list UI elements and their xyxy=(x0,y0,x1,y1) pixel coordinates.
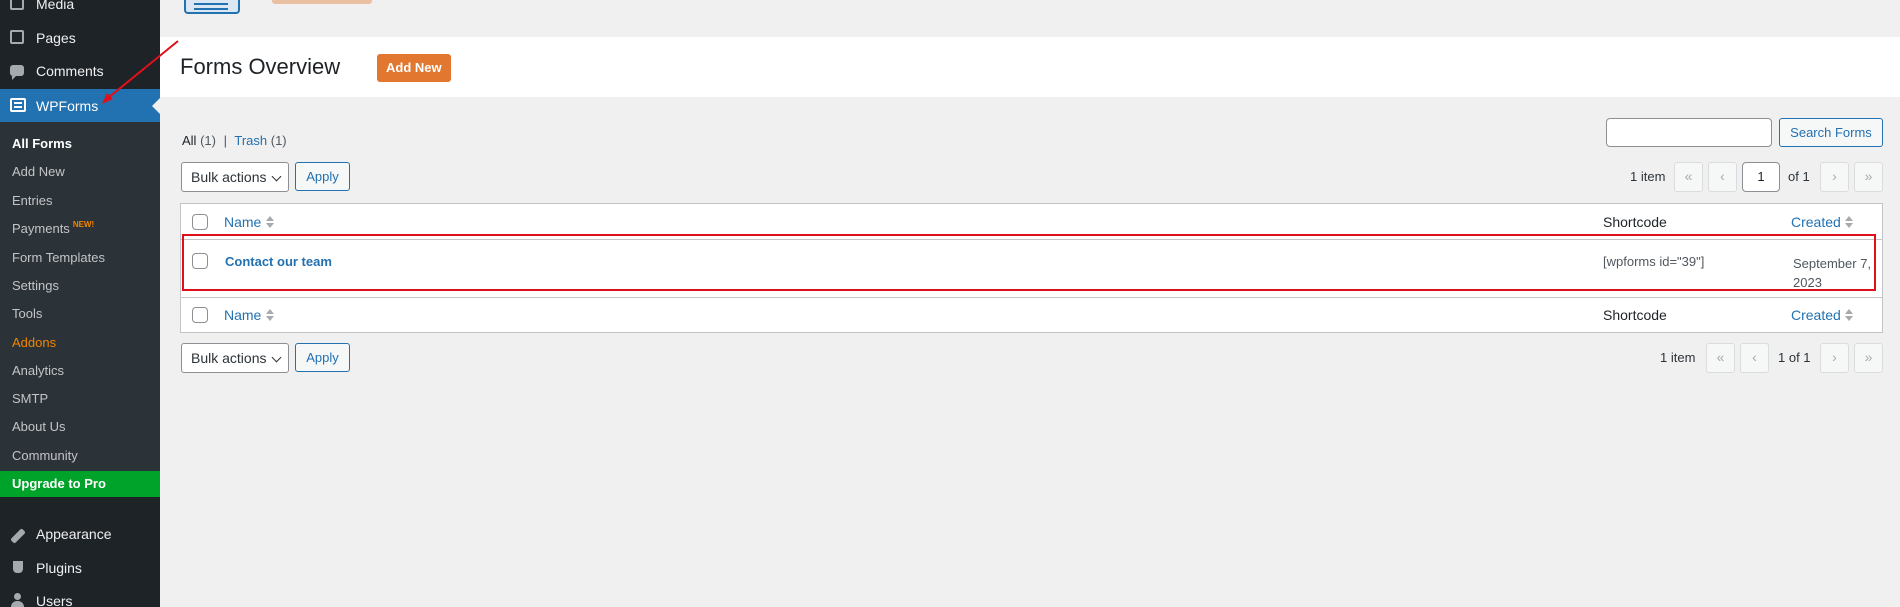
column-created-sort[interactable]: Created xyxy=(1791,214,1841,230)
submenu-all-forms[interactable]: All Forms xyxy=(12,136,72,151)
submenu-add-new[interactable]: Add New xyxy=(12,164,65,179)
submenu-about-us[interactable]: About Us xyxy=(12,419,65,434)
page-total-top: of 1 xyxy=(1788,169,1810,184)
last-page-button-top[interactable]: » xyxy=(1854,162,1883,192)
submenu-payments[interactable]: Payments NEW! xyxy=(12,220,95,236)
users-icon xyxy=(10,593,26,607)
sort-icon xyxy=(1845,309,1853,321)
submenu-settings[interactable]: Settings xyxy=(12,278,59,293)
plugins-icon xyxy=(10,560,26,576)
first-page-button-bottom[interactable]: « xyxy=(1706,343,1735,373)
sort-icon xyxy=(266,309,274,321)
last-page-button-bottom[interactable]: » xyxy=(1854,343,1883,373)
bulk-actions-label-bottom: Bulk actions xyxy=(191,350,267,366)
column-shortcode: Shortcode xyxy=(1603,214,1667,230)
wpforms-logo-text xyxy=(272,0,372,4)
first-page-button-top[interactable]: « xyxy=(1674,162,1703,192)
annotation-arrow-icon xyxy=(102,40,179,104)
column-name-sort-bottom[interactable]: Name xyxy=(224,307,261,323)
select-all-checkbox-bottom[interactable] xyxy=(192,307,208,323)
menu-label-appearance: Appearance xyxy=(36,526,112,542)
sort-icon xyxy=(266,216,274,228)
menu-item-users[interactable]: Users xyxy=(0,584,160,607)
search-input[interactable] xyxy=(1606,118,1772,147)
appearance-icon xyxy=(10,526,26,544)
highlight-box xyxy=(182,234,1876,291)
view-separator: | xyxy=(223,133,227,148)
submenu-tools[interactable]: Tools xyxy=(12,306,42,321)
page-header: Forms Overview Add New xyxy=(160,37,1900,97)
page-title: Forms Overview xyxy=(180,54,341,79)
prev-page-button-bottom[interactable]: ‹ xyxy=(1740,343,1769,373)
apply-button-bottom[interactable]: Apply xyxy=(295,343,350,372)
next-page-button-bottom[interactable]: › xyxy=(1820,343,1849,373)
apply-button-top[interactable]: Apply xyxy=(295,162,350,191)
item-count-bottom: 1 item xyxy=(1660,350,1696,365)
prev-page-button-top[interactable]: ‹ xyxy=(1708,162,1737,192)
column-shortcode-bottom: Shortcode xyxy=(1603,307,1667,323)
menu-item-plugins[interactable]: Plugins xyxy=(0,551,160,585)
submenu-community[interactable]: Community xyxy=(12,448,78,463)
chevron-down-icon xyxy=(271,352,282,363)
sort-icon xyxy=(1845,216,1853,228)
view-all-link[interactable]: All xyxy=(182,133,196,148)
add-new-button[interactable]: Add New xyxy=(377,54,451,82)
search-forms-button[interactable]: Search Forms xyxy=(1779,118,1883,147)
submenu-payments-label: Payments xyxy=(12,221,70,236)
view-all-count: (1) xyxy=(200,133,216,148)
main-content: Forms Overview Add New All (1) | Trash (… xyxy=(160,0,1900,607)
item-count-top: 1 item xyxy=(1630,169,1666,184)
menu-item-appearance[interactable]: Appearance xyxy=(0,517,160,551)
bulk-actions-select-bottom[interactable]: Bulk actions xyxy=(181,343,289,373)
select-all-checkbox-top[interactable] xyxy=(192,214,208,230)
submenu-form-templates[interactable]: Form Templates xyxy=(12,250,105,265)
submenu-smtp[interactable]: SMTP xyxy=(12,391,48,406)
view-trash-count: (1) xyxy=(270,133,287,148)
submenu-analytics[interactable]: Analytics xyxy=(12,363,64,378)
table-footer: Name Shortcode Created xyxy=(181,297,1882,333)
submenu-entries[interactable]: Entries xyxy=(12,193,52,208)
upgrade-to-pro-link[interactable]: Upgrade to Pro xyxy=(0,471,160,497)
next-page-button-top[interactable]: › xyxy=(1820,162,1849,192)
current-page-input[interactable]: 1 xyxy=(1742,162,1780,192)
column-created-sort-bottom[interactable]: Created xyxy=(1791,307,1841,323)
wpforms-submenu: All Forms Add New Entries Payments NEW! F… xyxy=(0,122,160,497)
chevron-down-icon xyxy=(271,171,282,182)
column-name-sort[interactable]: Name xyxy=(224,214,261,230)
page-text-bottom: 1 of 1 xyxy=(1778,350,1811,365)
bulk-actions-label-top: Bulk actions xyxy=(191,169,267,185)
menu-label-plugins: Plugins xyxy=(36,560,82,576)
new-badge: NEW! xyxy=(72,220,95,229)
bulk-actions-select-top[interactable]: Bulk actions xyxy=(181,162,289,192)
submenu-addons[interactable]: Addons xyxy=(12,335,56,350)
view-filters: All (1) | Trash (1) xyxy=(182,133,287,148)
menu-label-users: Users xyxy=(36,593,73,607)
view-trash-link[interactable]: Trash xyxy=(234,133,267,148)
